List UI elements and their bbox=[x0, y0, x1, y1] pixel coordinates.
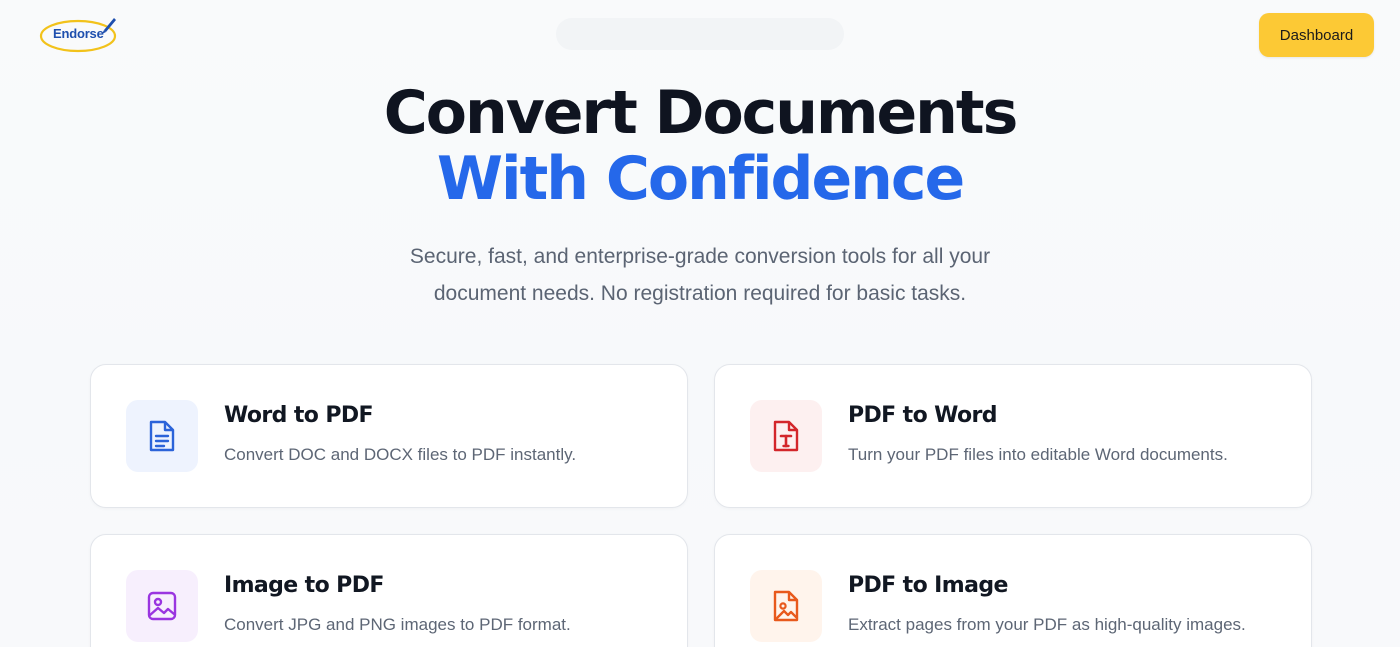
card-title: PDF to Word bbox=[848, 403, 998, 428]
tool-card-pdf-to-word[interactable]: PDF to Word Turn your PDF files into edi… bbox=[714, 364, 1312, 508]
icon-box bbox=[750, 400, 822, 472]
card-title: Image to PDF bbox=[224, 573, 384, 598]
document-text-icon bbox=[149, 420, 175, 452]
hero-subtitle-line2: document needs. No registration required… bbox=[433, 282, 967, 305]
file-type-icon bbox=[773, 420, 799, 452]
tool-card-image-to-pdf[interactable]: Image to PDF Convert JPG and PNG images … bbox=[90, 534, 688, 647]
icon-box bbox=[750, 570, 822, 642]
image-icon bbox=[147, 591, 177, 621]
hero-subtitle: Secure, fast, and enterprise-grade conve… bbox=[350, 238, 1050, 312]
dashboard-button[interactable]: Dashboard bbox=[1259, 13, 1374, 57]
icon-box bbox=[126, 400, 198, 472]
endorse-logo[interactable]: Endorse bbox=[38, 16, 120, 54]
tool-card-pdf-to-image[interactable]: PDF to Image Extract pages from your PDF… bbox=[714, 534, 1312, 647]
hero-title: Convert Documents With Confidence bbox=[0, 80, 1400, 212]
hero-title-line1: Convert Documents bbox=[383, 78, 1019, 148]
card-description: Convert JPG and PNG images to PDF format… bbox=[224, 615, 571, 634]
icon-box bbox=[126, 570, 198, 642]
card-description: Extract pages from your PDF as high-qual… bbox=[848, 615, 1246, 634]
file-image-icon bbox=[773, 590, 799, 622]
hero-title-accent: With Confidence bbox=[436, 144, 965, 214]
tool-card-word-to-pdf[interactable]: Word to PDF Convert DOC and DOCX files t… bbox=[90, 364, 688, 508]
hero-subtitle-line1: Secure, fast, and enterprise-grade conve… bbox=[409, 245, 991, 268]
page: Endorse Dashboard Convert Documents With… bbox=[0, 0, 1400, 647]
nav-placeholder bbox=[556, 18, 844, 50]
card-description: Convert DOC and DOCX files to PDF instan… bbox=[224, 445, 577, 464]
header: Endorse Dashboard bbox=[0, 0, 1400, 70]
card-title: Word to PDF bbox=[224, 403, 374, 428]
logo-text: Endorse bbox=[53, 26, 104, 41]
card-description: Turn your PDF files into editable Word d… bbox=[848, 445, 1228, 464]
card-title: PDF to Image bbox=[848, 573, 1008, 598]
